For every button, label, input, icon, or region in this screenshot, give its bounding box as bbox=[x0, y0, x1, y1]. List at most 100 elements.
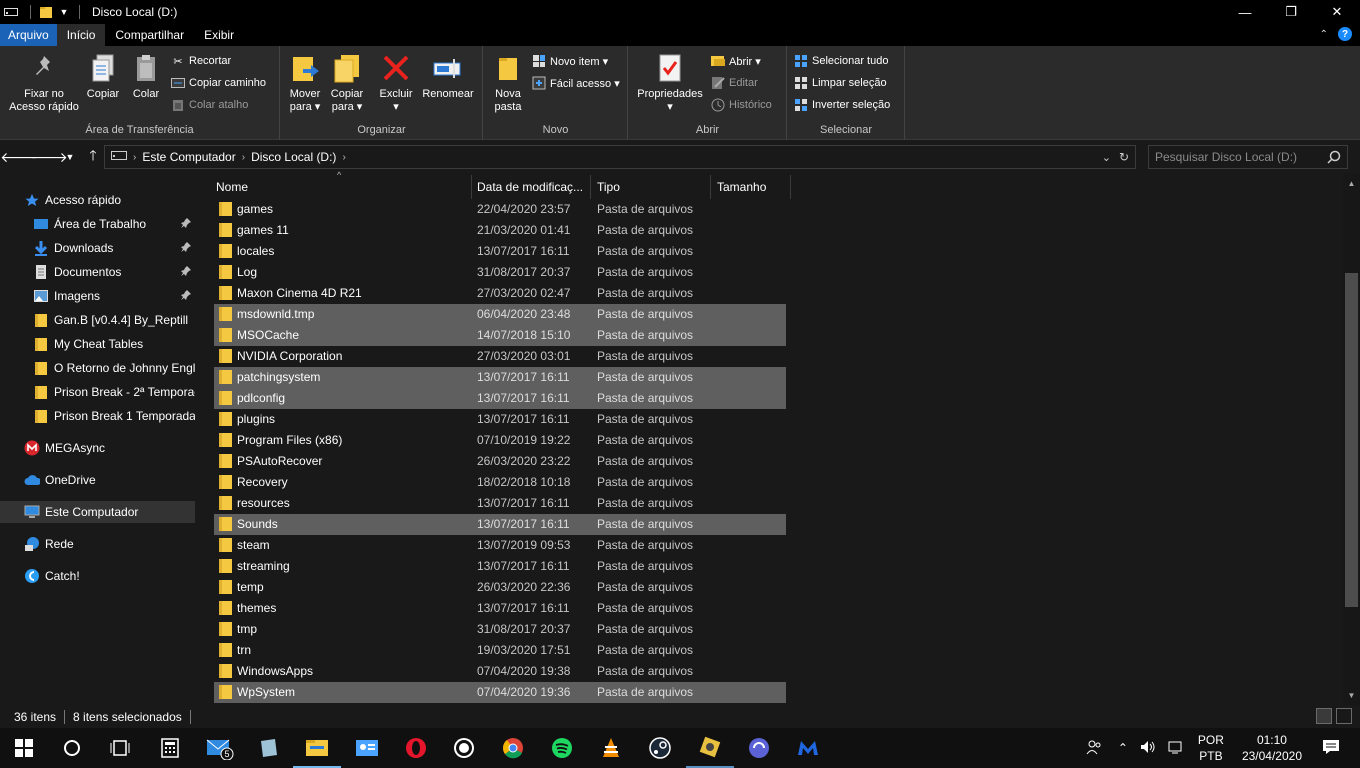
game-icon[interactable] bbox=[686, 728, 734, 768]
tab-home[interactable]: Início bbox=[56, 24, 106, 46]
move-to-button[interactable]: Mover para ▾ bbox=[287, 52, 323, 114]
torrent-icon[interactable] bbox=[735, 728, 783, 768]
search-input[interactable]: Pesquisar Disco Local (D:) bbox=[1148, 145, 1348, 169]
delete-button[interactable]: Excluir ▾ bbox=[376, 52, 416, 114]
column-date-modified[interactable]: Data de modificaç... bbox=[471, 175, 591, 199]
copy-to-button[interactable]: Copiar para ▾ bbox=[329, 52, 365, 114]
task-view-icon[interactable] bbox=[96, 728, 144, 768]
properties-button[interactable]: Propriedades ▾ bbox=[635, 52, 705, 114]
table-row[interactable]: Recovery 18/02/2018 10:18 Pasta de arquivo… bbox=[214, 472, 786, 493]
tab-share[interactable]: Compartilhar bbox=[105, 24, 194, 46]
table-row[interactable]: games 22/04/2020 23:57 Pasta de arquivos bbox=[214, 199, 786, 220]
opera-icon[interactable] bbox=[392, 728, 440, 768]
customize-toolbar-icon[interactable]: ▼ bbox=[59, 3, 69, 21]
up-arrow-icon[interactable]: 🡑 bbox=[84, 147, 102, 166]
breadcrumb-local-disk[interactable]: Disco Local (D:) bbox=[251, 150, 336, 164]
people-icon[interactable] bbox=[1086, 739, 1102, 758]
rename-button[interactable]: Renomear bbox=[419, 52, 477, 101]
new-folder-button[interactable]: Nova pasta bbox=[490, 52, 526, 114]
table-row[interactable]: PSAutoRecover 26/03/2020 23:22 Pasta de ar… bbox=[214, 451, 786, 472]
table-row[interactable]: Sounds 13/07/2017 16:11 Pasta de arquivos bbox=[214, 514, 786, 535]
details-view-button[interactable] bbox=[1316, 708, 1332, 724]
table-row[interactable]: streaming 13/07/2017 16:11 Pasta de arquiv… bbox=[214, 556, 786, 577]
sidebar-item[interactable]: Documentos bbox=[0, 261, 195, 283]
paste-shortcut-button[interactable]: Colar atalho bbox=[171, 98, 248, 112]
recent-locations-chevron-icon[interactable]: ▼ bbox=[64, 148, 76, 166]
tab-view[interactable]: Exibir bbox=[194, 24, 244, 46]
paste-button[interactable]: Colar bbox=[128, 52, 164, 101]
sidebar-item[interactable]: My Cheat Tables bbox=[0, 333, 195, 355]
malwarebytes-icon[interactable] bbox=[784, 728, 832, 768]
table-row[interactable]: trn 19/03/2020 17:51 Pasta de arquivos bbox=[214, 640, 786, 661]
chevron-up-icon[interactable]: ⌃ bbox=[1320, 29, 1328, 40]
sidebar-item[interactable]: Gan.B [v0.4.4] By_Reptill bbox=[0, 309, 195, 331]
table-row[interactable]: steam 13/07/2019 09:53 Pasta de arquivos bbox=[214, 535, 786, 556]
table-row[interactable]: Maxon Cinema 4D R21 27/03/2020 02:47 Pasta… bbox=[214, 283, 786, 304]
pin-quick-access-button[interactable]: Fixar no Acesso rápido bbox=[8, 52, 80, 114]
minimize-button[interactable]: — bbox=[1222, 0, 1268, 24]
table-row[interactable]: themes 13/07/2017 16:11 Pasta de arquivos bbox=[214, 598, 786, 619]
breadcrumb-this-pc[interactable]: Este Computador bbox=[142, 150, 235, 164]
calculator-icon[interactable] bbox=[146, 728, 194, 768]
sidebar-item[interactable]: Este Computador bbox=[0, 501, 195, 523]
sidebar-item[interactable]: Prison Break 1 Temporada ( bbox=[0, 405, 195, 427]
table-row[interactable]: WpSystem 07/04/2020 19:36 Pasta de arquivo… bbox=[214, 682, 786, 703]
sidebar-item[interactable]: OneDrive bbox=[0, 469, 195, 491]
select-all-button[interactable]: Selecionar tudo bbox=[794, 54, 888, 68]
search-icon[interactable] bbox=[1327, 150, 1341, 167]
volume-icon[interactable] bbox=[1140, 740, 1156, 757]
cut-button[interactable]: ✂ Recortar bbox=[171, 54, 231, 68]
breadcrumb-chevron-icon[interactable]: › bbox=[133, 152, 136, 163]
sidebar-item[interactable]: Acesso rápido bbox=[0, 189, 195, 211]
pin-icon[interactable] bbox=[181, 290, 191, 303]
whatsapp-icon[interactable] bbox=[440, 728, 488, 768]
table-row[interactable]: Log 31/08/2017 20:37 Pasta de arquivos bbox=[214, 262, 786, 283]
table-row[interactable]: plugins 13/07/2017 16:11 Pasta de arquivos bbox=[214, 409, 786, 430]
vlc-icon[interactable] bbox=[587, 728, 635, 768]
breadcrumb-chevron-icon[interactable]: › bbox=[242, 152, 245, 163]
table-row[interactable]: resources 13/07/2017 16:11 Pasta de arquiv… bbox=[214, 493, 786, 514]
language-indicator[interactable]: POR PTB bbox=[1198, 732, 1224, 764]
vertical-scrollbar[interactable]: ▲ ▼ bbox=[1343, 173, 1360, 705]
table-row[interactable]: NVIDIA Corporation 27/03/2020 03:01 Pasta … bbox=[214, 346, 786, 367]
sidebar-item[interactable]: Prison Break - 2ª Temporac bbox=[0, 381, 195, 403]
help-icon[interactable]: ? bbox=[1338, 27, 1352, 41]
table-row[interactable]: pdlconfig 13/07/2017 16:11 Pasta de arquiv… bbox=[214, 388, 786, 409]
back-arrow-icon[interactable]: 🡐 bbox=[0, 148, 38, 166]
notification-center-icon[interactable] bbox=[1322, 739, 1340, 758]
maximize-button[interactable]: ❐ bbox=[1268, 0, 1314, 24]
notes-icon[interactable] bbox=[244, 728, 292, 768]
sidebar-item[interactable]: Rede bbox=[0, 533, 195, 555]
pin-icon[interactable] bbox=[181, 218, 191, 231]
refresh-icon[interactable]: ↻ bbox=[1119, 150, 1129, 164]
search-icon[interactable] bbox=[48, 728, 96, 768]
table-row[interactable]: Program Files (x86) 07/10/2019 19:22 Pasta… bbox=[214, 430, 786, 451]
sidebar-item[interactable]: Área de Trabalho bbox=[0, 213, 195, 235]
sidebar-item[interactable]: Downloads bbox=[0, 237, 195, 259]
start-icon[interactable] bbox=[0, 728, 48, 768]
new-item-button[interactable]: Novo item ▾ bbox=[532, 54, 608, 68]
mail-icon[interactable]: 5 bbox=[196, 728, 244, 768]
table-row[interactable]: WindowsApps 07/04/2020 19:38 Pasta de arqu… bbox=[214, 661, 786, 682]
address-bar[interactable]: › Este Computador › Disco Local (D:) › ⌄… bbox=[104, 145, 1136, 169]
invert-selection-button[interactable]: Inverter seleção bbox=[794, 98, 890, 112]
easy-access-button[interactable]: Fácil acesso ▾ bbox=[532, 76, 620, 90]
address-dropdown-icon[interactable]: ⌄ bbox=[1102, 151, 1111, 164]
copy-path-button[interactable]: Copiar caminho bbox=[171, 76, 266, 90]
file-explorer-icon[interactable] bbox=[293, 728, 341, 768]
spotify-icon[interactable] bbox=[538, 728, 586, 768]
show-hidden-icons-chevron-icon[interactable]: ⌃ bbox=[1118, 741, 1128, 755]
close-button[interactable]: ✕ bbox=[1314, 0, 1360, 24]
table-row[interactable]: tmp 31/08/2017 20:37 Pasta de arquivos bbox=[214, 619, 786, 640]
steam-icon[interactable] bbox=[636, 728, 684, 768]
chrome-icon[interactable] bbox=[489, 728, 537, 768]
open-button[interactable]: Abrir ▾ bbox=[711, 54, 761, 68]
table-row[interactable]: MSOCache 14/07/2018 15:10 Pasta de arquivo… bbox=[214, 325, 786, 346]
pin-icon[interactable] bbox=[181, 242, 191, 255]
forward-arrow-icon[interactable]: 🡒 bbox=[30, 148, 68, 166]
column-name[interactable]: Nome bbox=[210, 175, 472, 199]
select-none-button[interactable]: Limpar seleção bbox=[794, 76, 887, 90]
table-row[interactable]: patchingsystem 13/07/2017 16:11 Pasta de a… bbox=[214, 367, 786, 388]
copy-button[interactable]: Copiar bbox=[84, 52, 122, 101]
table-row[interactable]: locales 13/07/2017 16:11 Pasta de arquivos bbox=[214, 241, 786, 262]
